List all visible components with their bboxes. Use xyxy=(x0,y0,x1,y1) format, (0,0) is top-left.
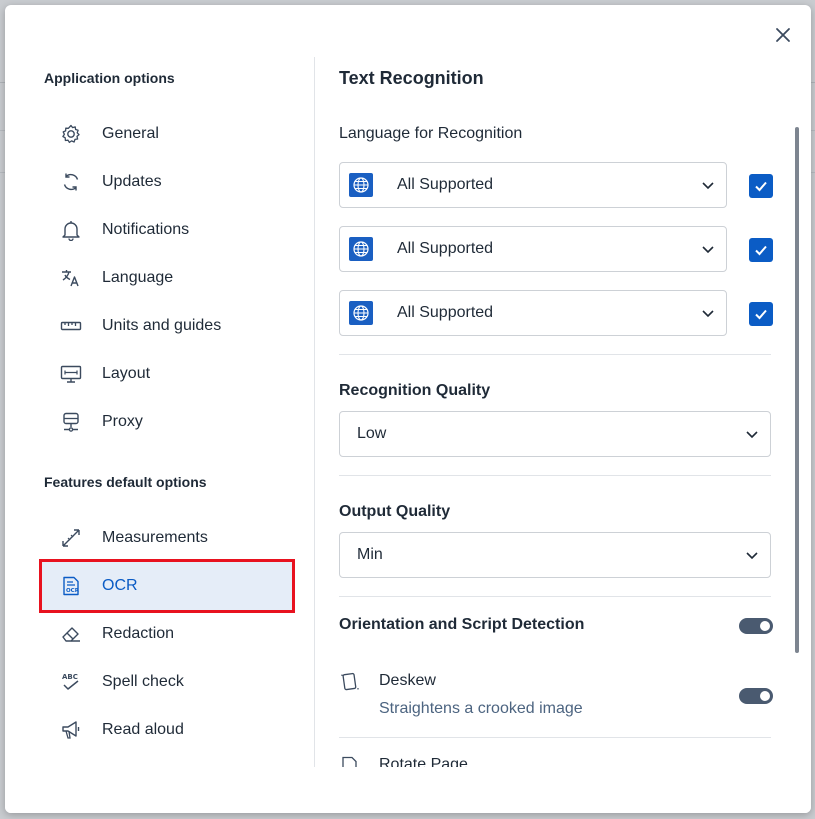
toggle-knob xyxy=(760,621,770,631)
deskew-description: Straightens a crooked image xyxy=(379,700,583,717)
section-divider xyxy=(339,596,771,597)
sidebar-item-label: Measurements xyxy=(102,529,208,546)
eraser-icon xyxy=(60,623,82,645)
language-select-value: All Supported xyxy=(397,176,494,193)
sidebar-item-language[interactable]: Language xyxy=(42,254,292,302)
globe-icon xyxy=(349,301,373,325)
sidebar: Application options General Updates Noti… xyxy=(5,5,314,765)
chevron-down-icon xyxy=(746,552,758,560)
content-scrollbar[interactable] xyxy=(795,127,799,653)
output-quality-label: Output Quality xyxy=(339,503,451,520)
rotate-page-label: Rotate Page xyxy=(379,756,468,767)
ruler-icon xyxy=(60,315,82,337)
check-icon xyxy=(755,181,767,192)
deskew-toggle[interactable] xyxy=(739,688,773,704)
globe-icon xyxy=(349,173,373,197)
bell-icon xyxy=(60,219,82,241)
sidebar-item-units-and-guides[interactable]: Units and guides xyxy=(42,302,292,350)
language-checkbox-1[interactable] xyxy=(749,174,773,198)
sidebar-item-label: General xyxy=(102,125,159,142)
language-select-3[interactable]: All Supported xyxy=(339,290,727,336)
language-label: Language for Recognition xyxy=(339,125,523,142)
check-icon xyxy=(755,245,767,256)
recognition-quality-select[interactable]: Low xyxy=(339,411,771,457)
settings-dialog: Application options General Updates Noti… xyxy=(5,5,811,813)
language-select-value: All Supported xyxy=(397,304,494,321)
svg-text:OCR: OCR xyxy=(66,588,80,594)
sidebar-item-label: Notifications xyxy=(102,221,190,238)
sidebar-item-notifications[interactable]: Notifications xyxy=(42,206,292,254)
gear-icon xyxy=(60,123,82,145)
sidebar-item-layout[interactable]: Layout xyxy=(42,350,292,398)
measure-arrows-icon xyxy=(60,527,82,549)
sidebar-item-general[interactable]: General xyxy=(42,110,292,158)
sidebar-item-read-aloud[interactable]: Read aloud xyxy=(42,706,292,754)
spell-check-icon: ABC xyxy=(60,671,82,693)
application-options-title: Application options xyxy=(44,70,175,86)
language-checkbox-2[interactable] xyxy=(749,238,773,262)
sidebar-item-ocr[interactable]: OCR OCR xyxy=(39,559,295,613)
section-divider xyxy=(339,475,771,476)
sidebar-item-redaction[interactable]: Redaction xyxy=(42,610,292,658)
check-icon xyxy=(755,309,767,320)
recognition-quality-value: Low xyxy=(357,425,387,442)
toggle-knob xyxy=(760,691,770,701)
language-select-value: All Supported xyxy=(397,240,494,257)
chevron-down-icon xyxy=(746,431,758,439)
osd-label: Orientation and Script Detection xyxy=(339,616,585,633)
ocr-settings-panel: Text Recognition Language for Recognitio… xyxy=(315,5,811,767)
server-icon xyxy=(60,411,82,433)
output-quality-value: Min xyxy=(357,546,383,563)
sidebar-item-measurements[interactable]: Measurements xyxy=(42,514,292,562)
section-divider xyxy=(339,354,771,355)
chevron-down-icon xyxy=(702,310,714,318)
section-divider xyxy=(339,737,771,738)
svg-text:ABC: ABC xyxy=(62,673,78,681)
sidebar-item-updates[interactable]: Updates xyxy=(42,158,292,206)
dialog-footer xyxy=(5,767,811,813)
sidebar-item-spell-check[interactable]: ABC Spell check xyxy=(42,658,292,706)
globe-icon xyxy=(349,237,373,261)
language-select-2[interactable]: All Supported xyxy=(339,226,727,272)
osd-toggle[interactable] xyxy=(739,618,773,634)
recognition-quality-label: Recognition Quality xyxy=(339,382,491,399)
sidebar-item-label: Read aloud xyxy=(102,721,184,738)
ocr-icon: OCR xyxy=(60,575,82,597)
sidebar-item-label: Units and guides xyxy=(102,317,222,334)
language-checkbox-3[interactable] xyxy=(749,302,773,326)
sidebar-item-label: Proxy xyxy=(102,413,143,430)
deskew-label: Deskew xyxy=(379,672,436,689)
translate-icon xyxy=(60,267,82,289)
rotate-page-icon xyxy=(339,755,361,767)
sidebar-item-label: Redaction xyxy=(102,625,175,642)
page-title: Text Recognition xyxy=(339,68,484,88)
monitor-icon xyxy=(60,363,82,385)
sidebar-item-label: Language xyxy=(102,269,174,286)
sidebar-item-label: OCR xyxy=(102,577,138,594)
sidebar-item-proxy[interactable]: Proxy xyxy=(42,398,292,446)
sidebar-item-label: Layout xyxy=(102,365,151,382)
deskew-icon xyxy=(339,671,361,693)
megaphone-icon xyxy=(60,719,82,741)
features-default-options-title: Features default options xyxy=(44,474,207,490)
sidebar-item-label: Spell check xyxy=(102,673,184,690)
chevron-down-icon xyxy=(702,246,714,254)
output-quality-select[interactable]: Min xyxy=(339,532,771,578)
chevron-down-icon xyxy=(702,182,714,190)
sidebar-item-label: Updates xyxy=(102,173,162,190)
refresh-icon xyxy=(60,171,82,193)
language-select-1[interactable]: All Supported xyxy=(339,162,727,208)
